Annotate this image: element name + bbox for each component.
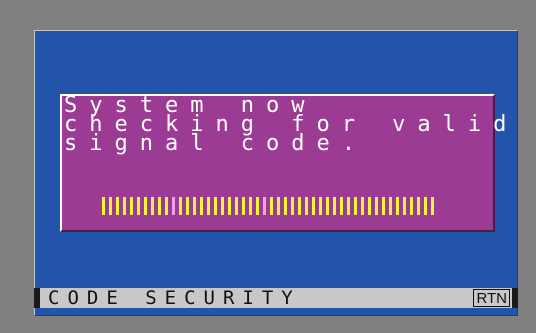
- progress-bar-segment: [158, 197, 161, 215]
- progress-bar-segment: [137, 197, 140, 215]
- progress-bar-segment: [410, 197, 413, 215]
- progress-bar-segment: [319, 197, 322, 215]
- progress-bar-segment: [193, 197, 196, 215]
- progress-bar-segment: [333, 197, 336, 215]
- progress-bar-segment: [144, 197, 147, 215]
- progress-bar-segment: [221, 197, 224, 215]
- progress-bar-segment: [179, 197, 182, 215]
- screen-title: CODE SECURITY: [48, 287, 301, 309]
- progress-bar-segment: [396, 197, 399, 215]
- progress-bar-segment: [291, 197, 294, 215]
- progress-bar-segment: [270, 197, 273, 215]
- progress-bar-segment: [424, 197, 427, 215]
- progress-bar-segment: [389, 197, 392, 215]
- signal-check-dialog: System now checking for valid signal cod…: [60, 94, 506, 232]
- progress-bar-segment: [284, 197, 287, 215]
- progress-bar-segment: [214, 197, 217, 215]
- progress-bar-segment: [228, 197, 231, 215]
- progress-bar-segment: [123, 197, 126, 215]
- progress-bar-segment: [340, 197, 343, 215]
- progress-bar-segment: [116, 197, 119, 215]
- progress-bar-segment: [277, 197, 280, 215]
- progress-bar-segment: [256, 197, 259, 215]
- progress-bar-segment: [172, 197, 175, 215]
- progress-bar-segment: [382, 197, 385, 215]
- progress-bar-segment: [186, 197, 189, 215]
- progress-bar-segment: [354, 197, 357, 215]
- progress-bar-segment: [305, 197, 308, 215]
- progress-bar-segment: [151, 197, 154, 215]
- progress-bar-segment: [200, 197, 203, 215]
- progress-bar-segment: [347, 197, 350, 215]
- return-button[interactable]: RTN: [473, 289, 510, 307]
- progress-indicator: [102, 197, 438, 215]
- progress-bar-segment: [109, 197, 112, 215]
- progress-bar-segment: [130, 197, 133, 215]
- progress-bar-segment: [417, 197, 420, 215]
- progress-bar-segment: [242, 197, 245, 215]
- progress-bar-segment: [249, 197, 252, 215]
- progress-bar-segment: [326, 197, 329, 215]
- progress-bar-segment: [361, 197, 364, 215]
- progress-bar-segment: [368, 197, 371, 215]
- progress-bar-segment: [263, 197, 266, 215]
- progress-bar-segment: [165, 197, 168, 215]
- progress-bar-segment: [431, 197, 434, 215]
- progress-bar-segment: [298, 197, 301, 215]
- progress-bar-segment: [102, 197, 105, 215]
- progress-bar-segment: [207, 197, 210, 215]
- progress-bar-segment: [375, 197, 378, 215]
- status-bar: CODE SECURITY RTN: [34, 288, 518, 308]
- progress-bar-segment: [403, 197, 406, 215]
- progress-bar-segment: [235, 197, 238, 215]
- status-message: System now checking for valid signal cod…: [64, 95, 506, 155]
- progress-bar-segment: [312, 197, 315, 215]
